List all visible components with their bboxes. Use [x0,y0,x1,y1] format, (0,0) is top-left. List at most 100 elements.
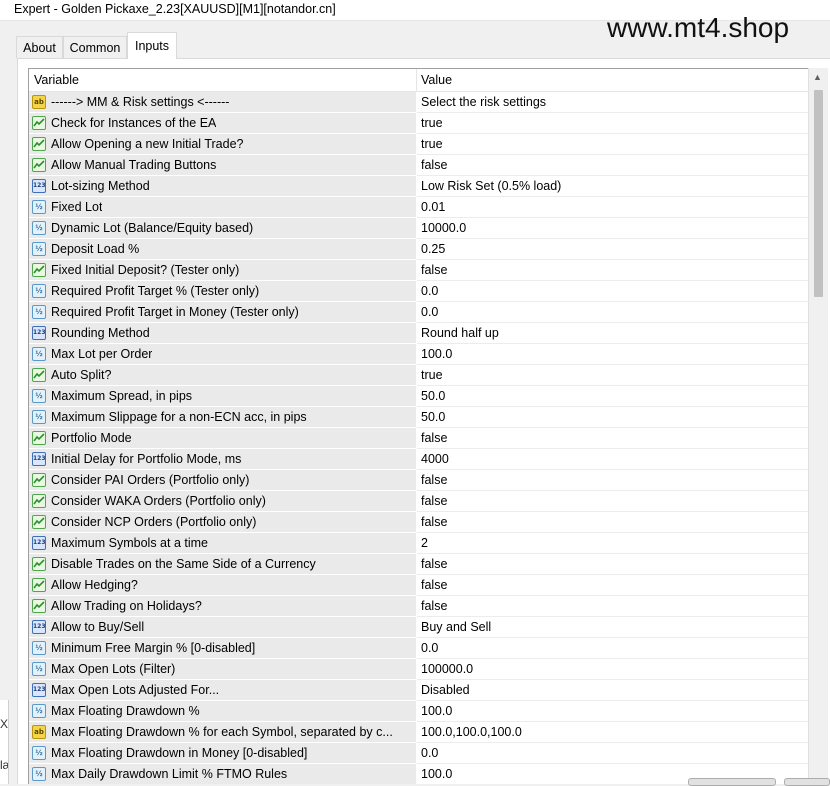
table-row[interactable]: Allow Opening a new Initial Trade? true [29,134,808,155]
value-cell[interactable]: Low Risk Set (0.5% load) [417,176,808,197]
variable-name: Initial Delay for Portfolio Mode, ms [51,452,242,466]
value-cell[interactable]: 2 [417,533,808,554]
ok-button[interactable] [688,778,776,786]
table-row[interactable]: Auto Split? true [29,365,808,386]
value-cell[interactable]: Buy and Sell [417,617,808,638]
variable-cell: ½ Max Lot per Order [29,344,417,365]
variable-cell: 123 Allow to Buy/Sell [29,617,417,638]
integer-icon: 123 [32,452,46,466]
scrollbar-thumb[interactable] [814,90,823,297]
value-cell[interactable]: 100.0 [417,344,808,365]
value-cell[interactable]: false [417,554,808,575]
table-row[interactable]: 123 Maximum Symbols at a time 2 [29,533,808,554]
table-row[interactable]: ½ Max Floating Drawdown in Money [0-disab… [29,743,808,764]
table-row[interactable]: Allow Manual Trading Buttons false [29,155,808,176]
value-cell[interactable]: 0.01 [417,197,808,218]
variable-cell: ½ Maximum Spread, in pips [29,386,417,407]
cancel-button[interactable] [784,778,830,786]
value-cell[interactable]: false [417,428,808,449]
tab-common[interactable]: Common [63,36,127,58]
table-row[interactable]: Consider PAI Orders (Portfolio only) fals… [29,470,808,491]
string-icon: ab [32,95,46,109]
bool-icon [32,431,46,445]
value-cell[interactable]: true [417,134,808,155]
value-cell[interactable]: false [417,575,808,596]
value-cell[interactable]: Select the risk settings [417,92,808,113]
value-cell[interactable]: false [417,512,808,533]
variable-cell: 123 Max Open Lots Adjusted For... [29,680,417,701]
table-row[interactable]: ½ Maximum Slippage for a non-ECN acc, in … [29,407,808,428]
double-icon: ½ [32,746,46,760]
variable-name: Max Lot per Order [51,347,153,361]
table-row[interactable]: Check for Instances of the EA true [29,113,808,134]
value-cell[interactable]: false [417,470,808,491]
tab-about[interactable]: About [16,36,63,58]
value-cell[interactable]: false [417,260,808,281]
variable-name: Minimum Free Margin % [0-disabled] [51,641,256,655]
value-cell[interactable]: 4000 [417,449,808,470]
table-row[interactable]: ½ Max Lot per Order 100.0 [29,344,808,365]
bool-icon [32,578,46,592]
value-cell[interactable]: 10000.0 [417,218,808,239]
table-row[interactable]: ½ Max Open Lots (Filter) 100000.0 [29,659,808,680]
table-row[interactable]: ½ Required Profit Target % (Tester only) 0… [29,281,808,302]
table-row[interactable]: ½ Minimum Free Margin % [0-disabled] 0.0 [29,638,808,659]
inputs-grid: Variable Value ab ------> MM & Risk setti… [28,68,808,784]
value-cell[interactable]: 0.0 [417,302,808,323]
table-row[interactable]: ½ Deposit Load % 0.25 [29,239,808,260]
variable-name: Portfolio Mode [51,431,132,445]
header-variable[interactable]: Variable [29,69,417,91]
double-icon: ½ [32,200,46,214]
value-cell[interactable]: 100.0,100.0,100.0 [417,722,808,743]
table-row[interactable]: Consider WAKA Orders (Portfolio only) fal… [29,491,808,512]
table-row[interactable]: ½ Maximum Spread, in pips 50.0 [29,386,808,407]
table-row[interactable]: 123 Initial Delay for Portfolio Mode, ms 4… [29,449,808,470]
table-row[interactable]: ab Max Floating Drawdown % for each Symbo… [29,722,808,743]
value-cell[interactable]: 100000.0 [417,659,808,680]
table-row[interactable]: ab ------> MM & Risk settings <------ Sele… [29,92,808,113]
variable-name: Max Floating Drawdown % [51,704,200,718]
header-value[interactable]: Value [417,69,808,91]
table-row[interactable]: ½ Dynamic Lot (Balance/Equity based) 10000… [29,218,808,239]
value-cell[interactable]: true [417,365,808,386]
vertical-scrollbar[interactable]: ▲ [808,68,828,784]
double-icon: ½ [32,767,46,781]
value-cell[interactable]: 50.0 [417,407,808,428]
table-row[interactable]: ½ Max Floating Drawdown % 100.0 [29,701,808,722]
value-cell[interactable]: false [417,155,808,176]
tab-inputs[interactable]: Inputs [127,32,177,59]
table-row[interactable]: 123 Rounding Method Round half up [29,323,808,344]
value-cell[interactable]: 100.0 [417,701,808,722]
table-row[interactable]: 123 Lot-sizing Method Low Risk Set (0.5% l… [29,176,808,197]
table-row[interactable]: 123 Max Open Lots Adjusted For... Disabled [29,680,808,701]
table-row[interactable]: Disable Trades on the Same Side of a Cur… [29,554,808,575]
value-cell[interactable]: false [417,491,808,512]
value-cell[interactable]: true [417,113,808,134]
value-cell[interactable]: Round half up [417,323,808,344]
table-row[interactable]: Portfolio Mode false [29,428,808,449]
variable-cell: Allow Manual Trading Buttons [29,155,417,176]
value-cell[interactable]: 50.0 [417,386,808,407]
value-cell[interactable]: Disabled [417,680,808,701]
value-cell[interactable]: 0.0 [417,743,808,764]
table-row[interactable]: Fixed Initial Deposit? (Tester only) fals… [29,260,808,281]
table-row[interactable]: ½ Fixed Lot 0.01 [29,197,808,218]
table-row[interactable]: 123 Allow to Buy/Sell Buy and Sell [29,617,808,638]
variable-name: Allow Manual Trading Buttons [51,158,217,172]
table-row[interactable]: Allow Hedging? false [29,575,808,596]
background-window-edge: X læ [0,700,9,784]
value-cell[interactable]: 0.0 [417,281,808,302]
table-row[interactable]: Allow Trading on Holidays? false [29,596,808,617]
watermark: www.mt4.shop [607,12,790,43]
scroll-up-arrow-icon[interactable]: ▲ [813,72,822,82]
value-cell[interactable]: false [417,596,808,617]
value-cell[interactable]: 0.25 [417,239,808,260]
variable-name: Max Open Lots (Filter) [51,662,176,676]
table-row[interactable]: ½ Required Profit Target in Money (Tester… [29,302,808,323]
table-row[interactable]: Consider NCP Orders (Portfolio only) fals… [29,512,808,533]
variable-cell: ½ Max Floating Drawdown in Money [0-disab… [29,743,417,764]
variable-cell: Allow Trading on Holidays? [29,596,417,617]
string-icon: ab [32,725,46,739]
variable-name: Max Floating Drawdown in Money [0-disabl… [51,746,308,760]
value-cell[interactable]: 0.0 [417,638,808,659]
